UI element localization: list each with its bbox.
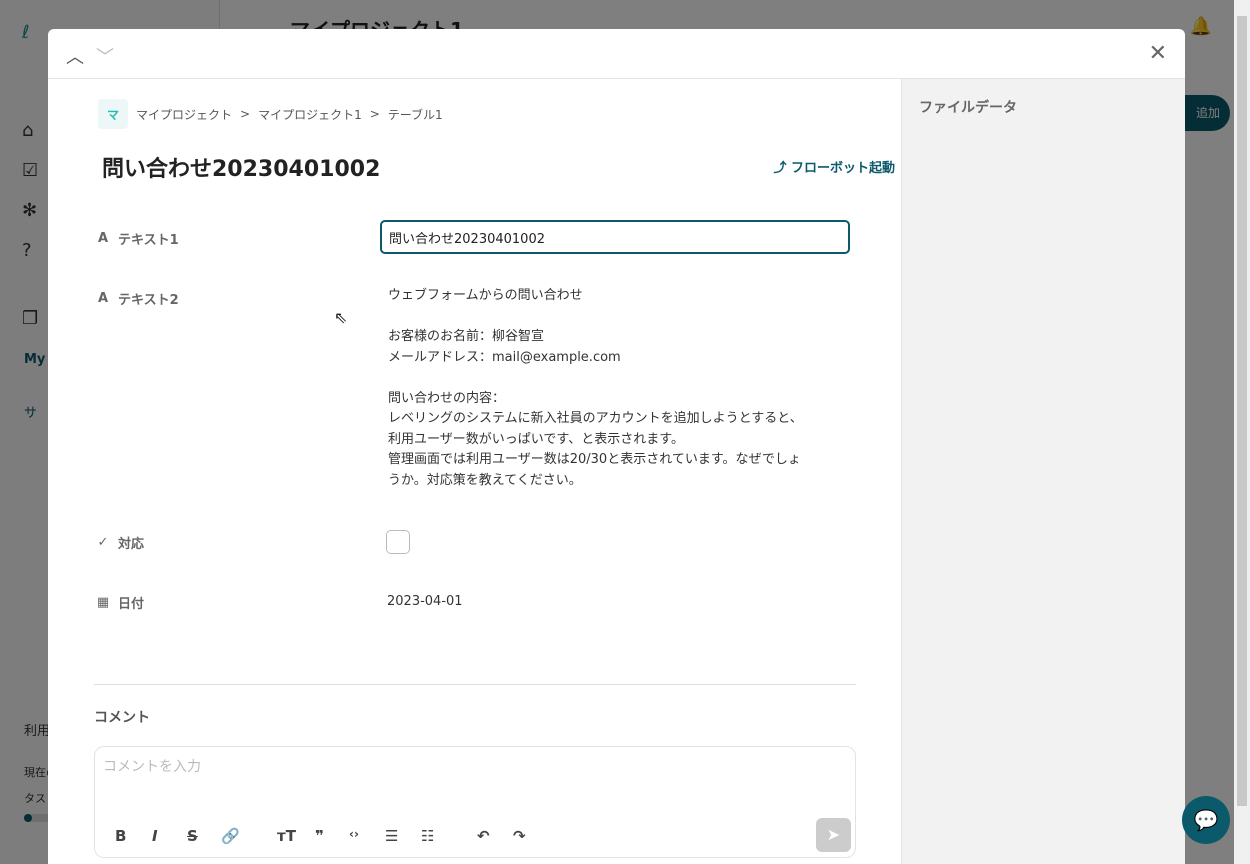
breadcrumb-item[interactable]: マイプロジェクト	[136, 106, 232, 123]
strikethrough-icon[interactable]: S	[187, 827, 198, 845]
field-label-text1: A テキスト1	[96, 229, 179, 248]
check-icon: ✓	[97, 535, 109, 550]
breadcrumb-sep: >	[369, 107, 380, 121]
modal-header: ︿ ﹀ ✕	[48, 29, 1185, 79]
chat-icon[interactable]: 💬	[1182, 796, 1230, 844]
bullet-list-icon[interactable]: ☰	[385, 827, 398, 845]
text-line: 利用ユーザー数がいっぱいです、と表示されます。	[388, 431, 685, 447]
comment-editor[interactable]: コメントを入力 B I S 🔗 тT ❞ ‹› ☰ ☷ ↶ ↷ ➤	[94, 746, 856, 858]
text-type-icon: A	[97, 231, 109, 246]
chevron-down-icon[interactable]: ﹀	[96, 43, 114, 69]
text-line: レベリングのシステムに新入社員のアカウントを追加しようとすると、	[388, 411, 803, 426]
page-scrollbar[interactable]	[1234, 0, 1250, 864]
field-label-status: ✓ 対応	[96, 533, 144, 552]
record-title: 問い合わせ20230401002	[102, 157, 381, 182]
text-line: うか。対応策を教えてください。	[388, 472, 582, 488]
link-icon[interactable]: 🔗	[221, 827, 240, 845]
italic-icon[interactable]: I	[152, 827, 158, 845]
quote-icon[interactable]: ❞	[315, 827, 324, 845]
text-line: 管理画面では利用ユーザー数は20/30と表示されています。なぜでしょ	[388, 452, 801, 467]
label: 対応	[118, 537, 145, 552]
file-panel: ファイルデータ	[901, 79, 1185, 864]
comment-input[interactable]: コメントを入力	[103, 756, 201, 776]
close-icon[interactable]: ✕	[1149, 41, 1167, 66]
flowbot-button[interactable]: ⤴ フローボット起動	[773, 157, 895, 176]
text-line: ウェブフォームからの問い合わせ	[388, 288, 583, 303]
file-panel-title: ファイルデータ	[919, 100, 1017, 116]
flowbot-label: フローボット起動	[790, 161, 895, 176]
send-icon[interactable]: ➤	[816, 818, 851, 852]
chevron-up-icon[interactable]: ︿	[66, 43, 84, 69]
date-value[interactable]: 2023-04-01	[387, 592, 463, 613]
breadcrumb-item[interactable]: テーブル1	[388, 106, 443, 123]
flow-icon: ⤴	[773, 161, 791, 176]
code-icon[interactable]: ‹›	[349, 827, 359, 841]
label: テキスト2	[118, 293, 179, 308]
bold-icon[interactable]: B	[115, 827, 126, 845]
label: テキスト1	[118, 233, 179, 248]
calendar-icon: ▦	[96, 595, 110, 610]
text-type-icon: A	[97, 291, 109, 306]
numbered-list-icon[interactable]: ☷	[421, 827, 434, 845]
undo-icon[interactable]: ↶	[477, 827, 490, 845]
breadcrumb: マ マイプロジェクト > マイプロジェクト1 > テーブル1	[98, 99, 443, 129]
record-main: マ マイプロジェクト > マイプロジェクト1 > テーブル1 問い合わせ2023…	[48, 79, 901, 864]
record-modal: ︿ ﹀ ✕ マ マイプロジェクト > マイプロジェクト1 > テーブル1 問い合…	[48, 29, 1185, 864]
comment-title: コメント	[94, 710, 150, 726]
status-checkbox[interactable]	[386, 530, 410, 554]
field-label-text2: A テキスト2	[96, 289, 179, 308]
divider	[94, 684, 856, 685]
text-size-icon[interactable]: тT	[277, 827, 296, 845]
label: 日付	[118, 597, 145, 612]
text-line: メールアドレス：mail@example.com	[388, 349, 621, 365]
field-label-date: ▦ 日付	[96, 593, 144, 612]
mouse-cursor-icon: ⇖	[334, 308, 348, 327]
text-line: 問い合わせの内容：	[388, 390, 506, 406]
breadcrumb-sep: >	[240, 107, 251, 121]
redo-icon[interactable]: ↷	[513, 827, 526, 845]
text2-value[interactable]: ウェブフォームからの問い合わせ お客様のお名前：柳谷智宣 メールアドレス：mai…	[388, 286, 803, 491]
project-logo: マ	[98, 99, 128, 129]
breadcrumb-item[interactable]: マイプロジェクト1	[258, 106, 362, 123]
text1-input[interactable]: 問い合わせ20230401002	[380, 220, 850, 254]
text-line: お客様のお名前：柳谷智宣	[388, 329, 545, 344]
